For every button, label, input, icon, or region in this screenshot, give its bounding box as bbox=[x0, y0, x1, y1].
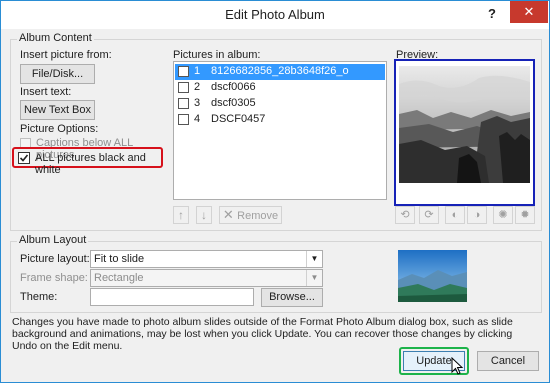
increase-contrast-button[interactable]: ◐ bbox=[445, 206, 465, 224]
list-item-name: 8126682856_28b3648f26_o bbox=[211, 65, 349, 77]
move-down-button[interactable]: ↓ bbox=[196, 206, 212, 224]
list-item[interactable]: 2 dscf0066 bbox=[175, 80, 385, 96]
pictures-list[interactable]: 1 8126682856_28b3648f26_o 2 dscf0066 3 d… bbox=[173, 61, 387, 200]
album-content-legend: Album Content bbox=[17, 32, 94, 44]
list-item[interactable]: 4 DSCF0457 bbox=[175, 112, 385, 128]
rotate-left-button[interactable]: ⟲ bbox=[395, 206, 415, 224]
list-item-number: 3 bbox=[194, 97, 201, 109]
all-black-white-checkbox[interactable] bbox=[18, 152, 30, 164]
preview-box bbox=[394, 59, 535, 206]
mouse-cursor-icon bbox=[451, 357, 464, 375]
chevron-down-icon: ▼ bbox=[306, 270, 322, 286]
pictures-in-album-label: Pictures in album: bbox=[173, 49, 261, 61]
brightness-up-icon: ✺ bbox=[498, 209, 508, 221]
rotate-right-icon: ⟳ bbox=[424, 209, 434, 221]
contrast-down-icon: ◑ bbox=[473, 209, 481, 221]
preview-image-canyon bbox=[399, 66, 530, 183]
close-button[interactable]: ✕ bbox=[510, 1, 548, 23]
list-item[interactable]: 3 dscf0305 bbox=[175, 96, 385, 112]
decrease-brightness-button[interactable]: ✹ bbox=[515, 206, 535, 224]
edit-photo-album-dialog: Edit Photo Album ? ✕ Album Content Inser… bbox=[0, 0, 550, 383]
arrow-up-icon: ↑ bbox=[178, 208, 184, 222]
contrast-up-icon: ◐ bbox=[451, 209, 459, 221]
decrease-contrast-button[interactable]: ◑ bbox=[467, 206, 487, 224]
list-item-checkbox[interactable] bbox=[178, 98, 189, 109]
cancel-button[interactable]: Cancel bbox=[477, 351, 539, 371]
theme-input[interactable] bbox=[90, 288, 254, 306]
cancel-button-label: Cancel bbox=[490, 355, 526, 367]
title-bar: Edit Photo Album ? ✕ bbox=[1, 1, 549, 29]
picture-layout-label: Picture layout: bbox=[20, 253, 90, 265]
list-item-name: dscf0305 bbox=[211, 97, 256, 109]
rotate-right-button[interactable]: ⟳ bbox=[419, 206, 439, 224]
picture-layout-value: Fit to slide bbox=[94, 253, 145, 265]
frame-shape-value: Rectangle bbox=[94, 272, 144, 284]
help-button[interactable]: ? bbox=[485, 6, 499, 22]
insert-text-label: Insert text: bbox=[20, 86, 72, 98]
list-item-number: 1 bbox=[194, 65, 201, 77]
all-black-white-checkbox-row[interactable]: ALL pictures black and white bbox=[18, 152, 163, 176]
chevron-down-icon: ▼ bbox=[306, 251, 322, 267]
browse-button-label: Browse... bbox=[269, 291, 315, 303]
list-item-name: DSCF0457 bbox=[211, 113, 266, 125]
picture-layout-select[interactable]: Fit to slide ▼ bbox=[90, 250, 323, 268]
list-item-number: 4 bbox=[194, 113, 201, 125]
browse-button[interactable]: Browse... bbox=[261, 288, 323, 307]
list-item-checkbox[interactable] bbox=[178, 66, 189, 77]
remove-button-label: Remove bbox=[237, 210, 279, 222]
arrow-down-icon: ↓ bbox=[201, 208, 207, 222]
file-disk-button[interactable]: File/Disk... bbox=[20, 64, 95, 84]
album-layout-legend: Album Layout bbox=[17, 234, 89, 246]
checkmark-icon bbox=[19, 154, 29, 162]
dialog-title: Edit Photo Album bbox=[225, 7, 325, 22]
list-item-checkbox[interactable] bbox=[178, 82, 189, 93]
theme-label: Theme: bbox=[20, 291, 58, 303]
frame-shape-label: Frame shape: bbox=[20, 272, 88, 284]
list-item-name: dscf0066 bbox=[211, 81, 256, 93]
frame-shape-select[interactable]: Rectangle ▼ bbox=[90, 269, 323, 287]
file-disk-button-label: File/Disk... bbox=[31, 68, 84, 80]
rotate-left-icon: ⟲ bbox=[400, 209, 410, 221]
new-text-box-button[interactable]: New Text Box bbox=[20, 100, 95, 120]
remove-button[interactable]: ✕ Remove bbox=[219, 206, 282, 224]
increase-brightness-button[interactable]: ✺ bbox=[493, 206, 513, 224]
move-up-button[interactable]: ↑ bbox=[173, 206, 189, 224]
list-item-number: 2 bbox=[194, 81, 201, 93]
all-black-white-label: ALL pictures black and white bbox=[35, 152, 146, 176]
layout-preview-thumbnail bbox=[398, 250, 467, 302]
remove-x-icon: ✕ bbox=[222, 207, 234, 222]
insert-picture-from-label: Insert picture from: bbox=[20, 49, 112, 61]
list-item-checkbox[interactable] bbox=[178, 114, 189, 125]
new-text-box-button-label: New Text Box bbox=[23, 104, 92, 116]
list-item[interactable]: 1 8126682856_28b3648f26_o bbox=[175, 64, 385, 80]
update-button-label: Update bbox=[416, 355, 452, 367]
picture-options-label: Picture Options: bbox=[20, 123, 99, 135]
brightness-down-icon: ✹ bbox=[520, 209, 530, 221]
